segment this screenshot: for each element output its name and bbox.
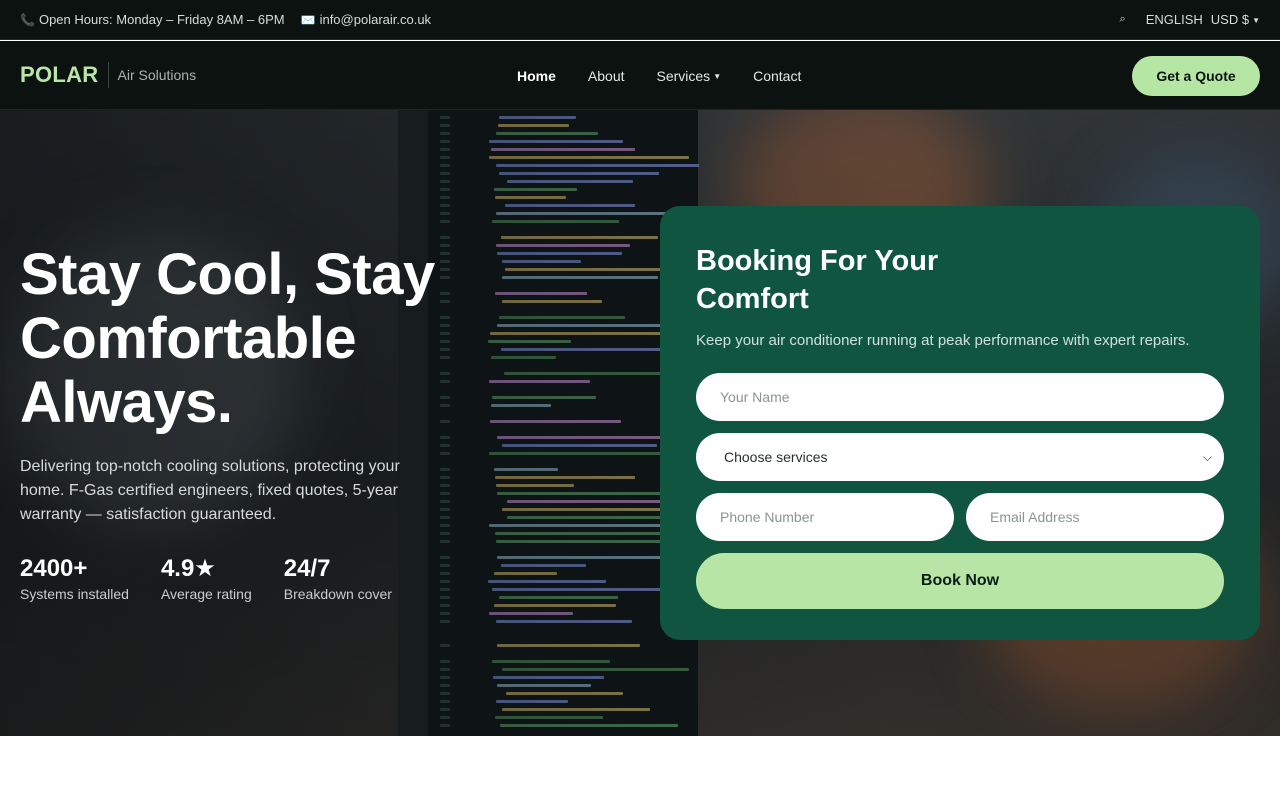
service-select[interactable]: Choose services ⌵ xyxy=(696,433,1224,481)
stat-value: 24/7 xyxy=(283,555,331,582)
name-placeholder: Your Name xyxy=(720,389,790,405)
stat-value: 4.9★ xyxy=(160,555,216,582)
nav-link-services[interactable]: Services ▼ xyxy=(657,68,722,84)
open-hours-text: Open Hours: Monday – Friday 8AM – 6PM xyxy=(38,12,285,27)
top-info-bar: 📞 Open Hours: Monday – Friday 8AM – 6PM ✉… xyxy=(0,0,1280,40)
mail-icon: ✉️ xyxy=(300,13,316,27)
contact-email[interactable]: ✉️ info@polarair.co.uk xyxy=(301,12,431,27)
nav-menu: Home About Services ▼ Contact xyxy=(517,41,801,110)
phone-input[interactable]: Phone Number xyxy=(696,493,954,541)
stat-value: 2400+ xyxy=(20,555,88,582)
language-selector[interactable]: ENGLISH xyxy=(1146,12,1203,27)
email-placeholder: Email Address xyxy=(990,509,1080,525)
nav-link-contact[interactable]: Contact xyxy=(753,68,801,84)
hero-stats: 2400+ Systems installed 4.9★ Average rat… xyxy=(20,554,392,602)
contact-fields-row: Phone Number Email Address xyxy=(696,493,1224,541)
book-now-button[interactable]: Book Now xyxy=(696,553,1224,609)
hero-headline: Stay Cool, Stay Comfortable Always. xyxy=(20,242,435,435)
name-input[interactable]: Your Name xyxy=(696,373,1224,421)
booking-description: Keep your air conditioner running at pea… xyxy=(696,332,1190,349)
nav-link-services-label: Services xyxy=(656,67,711,84)
email-link[interactable]: info@polarair.co.uk xyxy=(320,12,431,27)
phone-placeholder: Phone Number xyxy=(720,509,815,525)
hero-subtext: Delivering top-notch cooling solutions, … xyxy=(20,458,400,523)
chevron-down-icon: ▼ xyxy=(1252,16,1260,26)
search-icon[interactable]: ⌕ xyxy=(1120,13,1126,26)
phone-icon: 📞 xyxy=(20,13,35,27)
stat-item: 4.9★ Average rating xyxy=(161,554,252,602)
service-select-value: Choose services xyxy=(724,449,828,465)
brand-name: POLAR xyxy=(20,62,99,87)
logo-divider xyxy=(107,62,109,88)
nav-link-home[interactable]: Home xyxy=(517,68,556,84)
nav-link-about[interactable]: About xyxy=(588,68,625,84)
currency-selector[interactable]: USD $ ▼ xyxy=(1211,12,1260,27)
hero-section: Stay Cool, Stay Comfortable Always. Deli… xyxy=(0,110,1280,736)
get-quote-button[interactable]: Get a Quote xyxy=(1132,56,1260,96)
currency-label: USD $ xyxy=(1210,12,1250,27)
contact-info: 📞 Open Hours: Monday – Friday 8AM – 6PM ✉… xyxy=(20,12,431,27)
stat-label: Systems installed xyxy=(20,586,129,602)
main-navigation: POLAR Air Solutions Home About Services ▼… xyxy=(0,41,1280,110)
booking-title: Booking For Your Comfort xyxy=(696,245,939,315)
brand-tagline: Air Solutions xyxy=(117,67,197,83)
topbar-controls: ⌕ ENGLISH USD $ ▼ xyxy=(1120,12,1260,27)
chevron-down-icon: ▼ xyxy=(713,72,722,82)
email-input[interactable]: Email Address xyxy=(966,493,1224,541)
logo[interactable]: POLAR Air Solutions xyxy=(20,62,196,88)
chevron-down-icon: ⌵ xyxy=(1202,449,1212,464)
open-hours: 📞 Open Hours: Monday – Friday 8AM – 6PM xyxy=(20,12,285,27)
stat-item: 2400+ Systems installed xyxy=(20,554,129,602)
stat-item: 24/7 Breakdown cover xyxy=(284,554,392,602)
stat-label: Breakdown cover xyxy=(283,586,392,602)
stat-label: Average rating xyxy=(160,586,252,602)
booking-form-card: Booking For Your Comfort Keep your air c… xyxy=(660,206,1260,640)
